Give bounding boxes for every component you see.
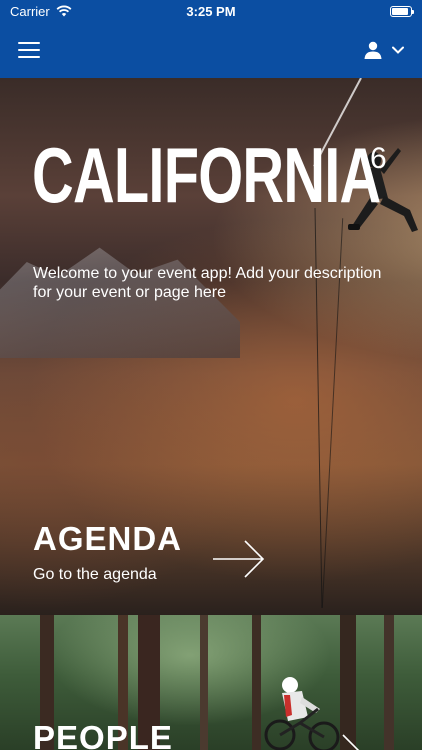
carrier-label: Carrier (10, 3, 50, 19)
battery-icon (390, 5, 414, 17)
hero-description: Welcome to your event app! Add your desc… (33, 265, 382, 301)
hero-title: CALIFORNIA (32, 131, 381, 219)
hamburger-line (18, 42, 40, 44)
arrow-right-icon[interactable] (212, 539, 266, 579)
agenda-title: AGENDA (33, 520, 183, 557)
people-title: PEOPLE (33, 719, 173, 750)
hero-banner: CALIFORNIA 6 Welcome to your event app! … (0, 78, 422, 615)
profile-menu-button[interactable] (364, 41, 404, 59)
hamburger-line (18, 49, 40, 51)
battery-fill (392, 7, 408, 15)
hamburger-line (18, 56, 40, 58)
arrow-right-icon[interactable] (310, 733, 364, 750)
hero-superscript: 6 (370, 142, 387, 175)
user-icon (364, 41, 382, 59)
status-left: Carrier (10, 4, 72, 19)
tree-decoration (384, 615, 394, 750)
agenda-card[interactable]: AGENDA Go to the agenda (0, 496, 422, 615)
wifi-icon (56, 5, 72, 17)
nav-bar (0, 22, 422, 78)
tree-decoration (200, 615, 208, 750)
status-bar: Carrier 3:25 PM (0, 0, 422, 22)
hamburger-menu-icon[interactable] (18, 42, 40, 58)
tree-decoration (252, 615, 261, 750)
chevron-down-icon (392, 46, 404, 54)
agenda-subtitle: Go to the agenda (33, 566, 157, 583)
people-card[interactable]: PEOPLE (0, 615, 422, 750)
